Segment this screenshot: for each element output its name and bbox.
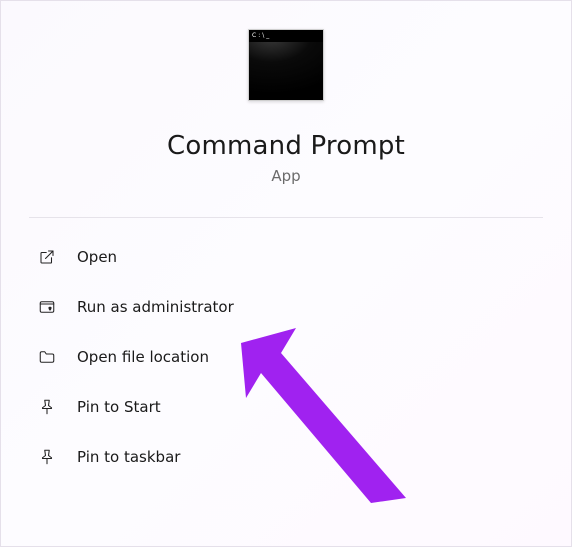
menu-item-label: Pin to Start bbox=[77, 398, 161, 416]
run-admin-icon bbox=[37, 297, 57, 317]
command-prompt-icon: C:\_ bbox=[248, 29, 324, 101]
app-header: C:\_ Command Prompt App bbox=[1, 29, 571, 185]
folder-icon bbox=[37, 347, 57, 367]
action-menu: Open Run as administrator Open file loca… bbox=[1, 232, 571, 482]
search-result-panel: C:\_ Command Prompt App Open Run as admi… bbox=[0, 0, 572, 547]
app-subtitle: App bbox=[271, 167, 300, 185]
menu-item-label: Run as administrator bbox=[77, 298, 234, 316]
pin-icon bbox=[37, 447, 57, 467]
menu-run-as-administrator[interactable]: Run as administrator bbox=[29, 282, 543, 332]
menu-item-label: Open file location bbox=[77, 348, 209, 366]
app-title: Command Prompt bbox=[167, 131, 405, 161]
menu-item-label: Open bbox=[77, 248, 117, 266]
pin-icon bbox=[37, 397, 57, 417]
menu-item-label: Pin to taskbar bbox=[77, 448, 180, 466]
open-icon bbox=[37, 247, 57, 267]
menu-open-file-location[interactable]: Open file location bbox=[29, 332, 543, 382]
menu-pin-to-taskbar[interactable]: Pin to taskbar bbox=[29, 432, 543, 482]
divider bbox=[29, 217, 543, 218]
menu-pin-to-start[interactable]: Pin to Start bbox=[29, 382, 543, 432]
menu-open[interactable]: Open bbox=[29, 232, 543, 282]
